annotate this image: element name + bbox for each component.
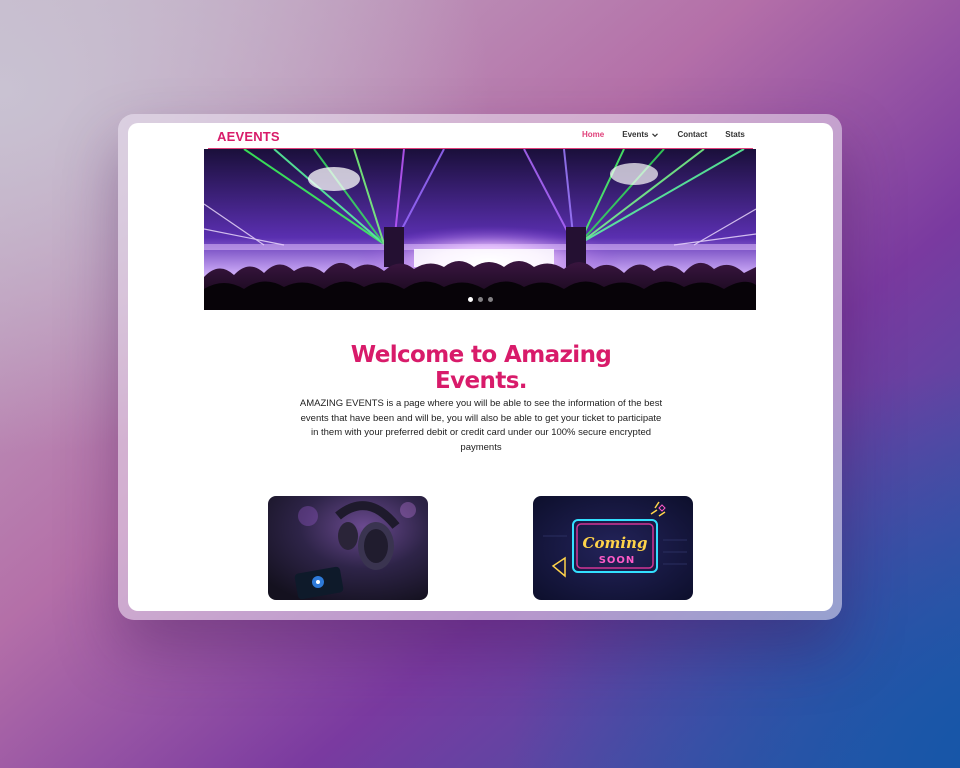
nav-home[interactable]: Home: [582, 130, 604, 139]
main-nav: Home Events Contact Stats: [582, 130, 745, 139]
logo[interactable]: AEVENTS: [217, 128, 280, 144]
nav-events-label: Events: [622, 130, 649, 139]
chevron-down-icon: [652, 132, 659, 137]
headphones-image: [268, 496, 428, 600]
carousel-dots: [204, 297, 756, 302]
logo-text: AEVENTS: [217, 128, 280, 144]
nav-stats[interactable]: Stats: [725, 130, 745, 139]
nav-contact-label: Contact: [677, 130, 708, 139]
hero-carousel[interactable]: [204, 149, 756, 310]
page-description: AMAZING EVENTS is a page where you will …: [299, 398, 663, 453]
concert-image: [204, 149, 756, 310]
coming-soon-image: Coming SOON: [533, 496, 693, 600]
sign-line2: SOON: [599, 555, 636, 566]
carousel-dot[interactable]: [487, 297, 493, 302]
nav-events[interactable]: Events: [622, 130, 659, 139]
nav-home-label: Home: [582, 130, 605, 139]
carousel-dot[interactable]: [477, 297, 483, 302]
nav-contact[interactable]: Contact: [677, 130, 707, 139]
page-title: Welcome to Amazing Events.: [350, 342, 612, 394]
carousel-dot[interactable]: [467, 297, 473, 302]
sign-line1: Coming: [583, 534, 648, 552]
nav-stats-label: Stats: [725, 130, 745, 139]
website-screen: AEVENTS Home Events Contact Stats Welcom…: [128, 123, 833, 611]
event-card-coming-soon[interactable]: Coming SOON: [533, 496, 693, 600]
event-card-headphones[interactable]: [268, 496, 428, 600]
